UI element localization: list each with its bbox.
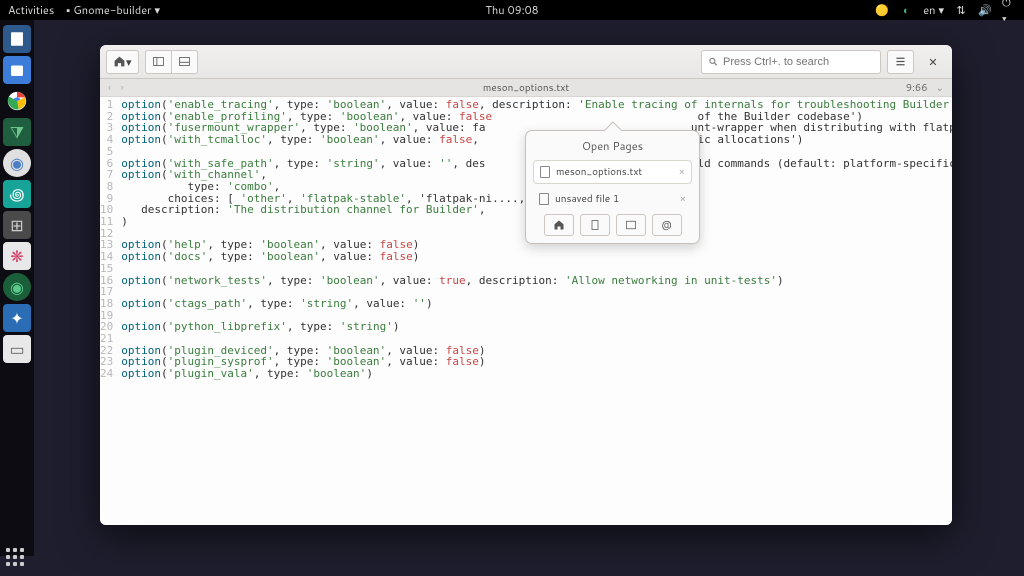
tab-title[interactable]: meson_options.txt [483,81,569,95]
gnome-dock: ⧩ ◉ ꩜ ⊞ ❋ ◉ ✦ ▭ [0,20,34,556]
close-page-icon[interactable]: × [680,192,686,206]
search-box[interactable] [701,50,881,74]
search-input[interactable] [723,56,874,68]
sidebar-left-toggle[interactable] [145,50,172,74]
tab-menu-chevron[interactable]: ⌄ [936,81,944,95]
dock-item-chrome[interactable] [3,87,31,115]
home-button[interactable]: ▾ [106,50,139,74]
open-page-item[interactable]: meson_options.txt × [533,160,692,184]
open-pages-popover: Open Pages meson_options.txt × unsaved f… [525,130,700,244]
indicator-icon[interactable]: ◐ [899,3,913,17]
popover-panel-button[interactable] [616,214,646,236]
dock-item-settings[interactable]: ◉ [3,149,31,177]
dock-item-files[interactable] [3,25,31,53]
chrome-indicator-icon[interactable]: 🟡 [875,3,889,17]
dock-item-drive[interactable] [3,56,31,84]
open-page-item[interactable]: unsaved file 1 × [533,188,692,210]
document-icon [539,193,549,205]
dock-item-globe[interactable]: ◉ [3,273,31,301]
popover-title: Open Pages [533,138,692,154]
activities-button[interactable]: Activities [8,2,54,18]
network-icon[interactable]: ⇅ [954,3,968,17]
cursor-position: 9:66 [906,81,928,95]
popover-home-button[interactable] [544,214,574,236]
dock-item-notes[interactable]: ▭ [3,335,31,363]
clock[interactable]: Thu 09:08 [485,2,538,18]
search-icon [708,56,718,67]
close-page-icon[interactable]: × [679,165,685,179]
open-page-label: meson_options.txt [556,165,642,179]
dock-item-calculator[interactable]: ⊞ [3,211,31,239]
dock-item-spiral[interactable]: ꩜ [3,180,31,208]
document-icon [540,166,550,178]
tab-bar: ‹ › meson_options.txt 9:66 ⌄ [100,79,952,97]
bottom-panel-toggle[interactable] [172,50,198,74]
dock-item-compass[interactable]: ✦ [3,304,31,332]
volume-icon[interactable]: 🔊 [978,3,992,17]
headerbar: ▾ ✕ [100,45,952,79]
gnome-topbar: Activities ▪ Gnome-builder ▾ Thu 09:08 🟡… [0,0,1024,20]
power-icon[interactable]: ⏻ ▾ [1002,3,1016,17]
popover-new-doc-button[interactable] [580,214,610,236]
builder-window: ▾ ✕ ‹ › meson_options.txt 9:66 ⌄ 1234567… [100,45,952,525]
dock-item-vscode[interactable]: ⧩ [3,118,31,146]
popover-at-button[interactable]: @ [652,214,682,236]
show-apps-button[interactable] [6,548,28,570]
menu-button[interactable] [887,50,914,74]
line-gutter: 123456789101112131415161718192021222324 [100,97,117,380]
close-button[interactable]: ✕ [920,50,946,74]
nav-forward[interactable]: › [121,81,124,95]
open-page-label: unsaved file 1 [555,192,619,206]
input-language[interactable]: en ▾ [923,2,944,18]
nav-back[interactable]: ‹ [108,81,111,95]
dock-item-lollypop[interactable]: ❋ [3,242,31,270]
app-menu[interactable]: ▪ Gnome-builder ▾ [66,2,160,18]
